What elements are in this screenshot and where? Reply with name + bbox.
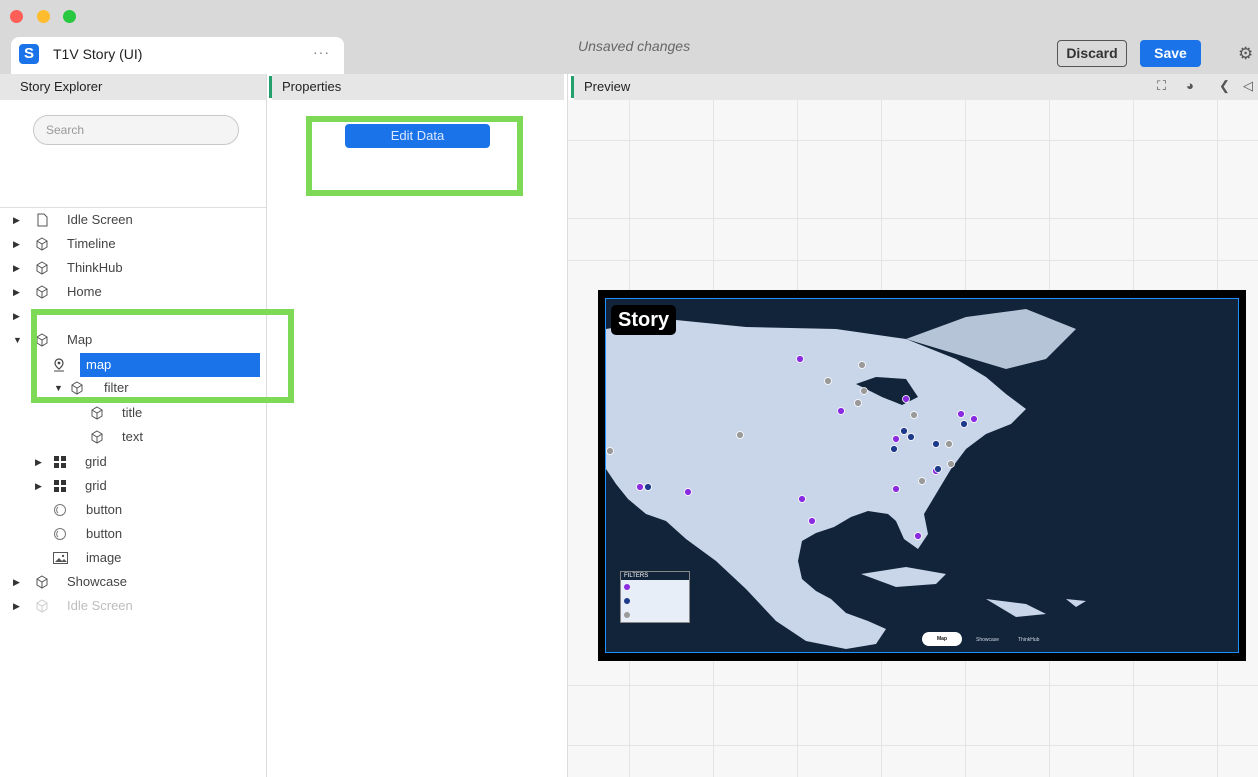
- tab-more-button[interactable]: ···: [313, 44, 330, 60]
- cube-icon: [36, 575, 48, 589]
- story-explorer-title: Story Explorer: [20, 79, 103, 94]
- expand-icon[interactable]: ⛶: [1157, 78, 1166, 94]
- expand-arrow-icon[interactable]: ▶: [13, 233, 20, 255]
- tree-item-label: grid: [85, 478, 107, 493]
- tree-item-label: button: [86, 526, 123, 541]
- map-nav-item[interactable]: ThinkHub: [1018, 637, 1039, 643]
- back-icon[interactable]: ❮: [1219, 78, 1230, 94]
- collapse-arrow-icon[interactable]: ▼: [13, 329, 22, 351]
- tree-item-text[interactable]: text: [90, 426, 250, 448]
- tree-item-home[interactable]: ▶ Home: [13, 281, 253, 303]
- preview-header: Preview: [574, 74, 1258, 100]
- cube-icon: [36, 285, 48, 299]
- expand-arrow-icon[interactable]: ▶: [35, 475, 42, 497]
- expand-arrow-icon[interactable]: ▶: [13, 257, 20, 279]
- tree-item-label: image: [86, 550, 122, 565]
- properties-header: Properties: [272, 74, 564, 100]
- filter-dot-icon: [624, 598, 630, 604]
- button-icon: [54, 528, 66, 540]
- expand-arrow-icon[interactable]: ▶: [35, 451, 42, 473]
- discard-button[interactable]: Discard: [1057, 40, 1127, 67]
- search-placeholder: Search: [46, 123, 85, 137]
- expand-arrow-icon[interactable]: ▶: [13, 209, 20, 231]
- tree-item-label: Timeline: [67, 236, 116, 251]
- map-pin: [606, 361, 955, 485]
- cube-icon: [36, 599, 48, 613]
- expand-arrow-icon[interactable]: ▶: [13, 281, 20, 303]
- close-window-button[interactable]: [10, 10, 23, 23]
- expand-arrow-icon[interactable]: ▶: [13, 305, 20, 327]
- filter-option[interactable]: [621, 608, 689, 622]
- map-screen-frame: Story FILTERS Map Showcase ThinkHub: [598, 290, 1246, 661]
- tree-item-timeline[interactable]: ▶ Timeline: [13, 233, 253, 255]
- page-icon: [37, 213, 48, 227]
- save-button[interactable]: Save: [1140, 40, 1201, 67]
- volume-icon[interactable]: ◁: [1243, 78, 1253, 94]
- map-view[interactable]: Story FILTERS Map Showcase ThinkHub: [605, 298, 1239, 653]
- tree-item-label: grid: [85, 454, 107, 469]
- map-filters-panel[interactable]: FILTERS: [620, 571, 690, 623]
- map-nav-item[interactable]: Showcase: [976, 637, 999, 643]
- tree-item-thinkhub[interactable]: ▶ ThinkHub: [13, 257, 253, 279]
- cube-icon: [36, 261, 48, 275]
- preview-title: Preview: [584, 79, 631, 94]
- expand-arrow-icon[interactable]: ▶: [13, 571, 20, 593]
- panel-divider: [266, 74, 267, 777]
- tree-item-label: Idle Screen: [67, 212, 133, 227]
- filters-title: FILTERS: [621, 572, 689, 580]
- image-icon: [53, 552, 68, 564]
- tree-item-label: ThinkHub: [67, 260, 123, 275]
- grid-icon: [54, 456, 66, 468]
- cube-icon: [36, 237, 48, 251]
- minimize-window-button[interactable]: [37, 10, 50, 23]
- tree-item-label: text: [122, 429, 143, 444]
- cube-icon: [91, 406, 103, 420]
- tree-item-grid[interactable]: ▶ grid: [35, 451, 255, 473]
- tree-item-label: title: [122, 405, 143, 420]
- title-bar: S T1V Story (UI) ··· Unsaved changes Dis…: [0, 0, 1258, 74]
- camera-icon[interactable]: ◕: [1186, 78, 1194, 93]
- cube-icon: [91, 430, 103, 444]
- properties-title: Properties: [282, 79, 342, 94]
- filter-option[interactable]: [621, 580, 689, 594]
- expand-arrow-icon[interactable]: ▶: [13, 595, 20, 617]
- map-pin: [636, 355, 978, 540]
- app-logo: S: [19, 44, 39, 64]
- annotation-highlight-box: [31, 309, 294, 403]
- unsaved-status: Unsaved changes: [578, 38, 691, 54]
- button-icon: [54, 504, 66, 516]
- tree-item-title[interactable]: title: [90, 402, 250, 424]
- grid-icon: [54, 480, 66, 492]
- tree-item-showcase[interactable]: ▶ Showcase: [13, 571, 253, 593]
- map-pins: [606, 355, 978, 540]
- tree-item-label: button: [86, 502, 123, 517]
- divider: [0, 207, 266, 208]
- tree-item-grid[interactable]: ▶ grid: [35, 475, 255, 497]
- gear-icon[interactable]: ⚙: [1238, 44, 1253, 64]
- tree-item-label: Showcase: [67, 574, 127, 589]
- tree-item-button[interactable]: button: [53, 499, 253, 521]
- tree-item-idle-screen-disabled[interactable]: ▶ Idle Screen: [13, 595, 253, 617]
- story-explorer-header: Story Explorer: [0, 74, 266, 100]
- story-tab[interactable]: S T1V Story (UI) ···: [11, 37, 344, 74]
- maximize-window-button[interactable]: [63, 10, 76, 23]
- tree-item-image[interactable]: image: [53, 547, 253, 569]
- tree-item-label: Home: [67, 284, 102, 299]
- filter-option[interactable]: [621, 594, 689, 608]
- map-nav-active[interactable]: Map: [922, 632, 962, 646]
- filter-dot-icon: [624, 612, 630, 618]
- tab-title: T1V Story (UI): [53, 46, 143, 62]
- tree-item-button[interactable]: button: [53, 523, 253, 545]
- annotation-highlight-box: [306, 116, 523, 196]
- search-input[interactable]: Search: [33, 115, 239, 145]
- tree-item-idle-screen[interactable]: ▶ Idle Screen: [13, 209, 253, 231]
- tree-item-label: Idle Screen: [67, 598, 133, 613]
- filter-dot-icon: [624, 584, 630, 590]
